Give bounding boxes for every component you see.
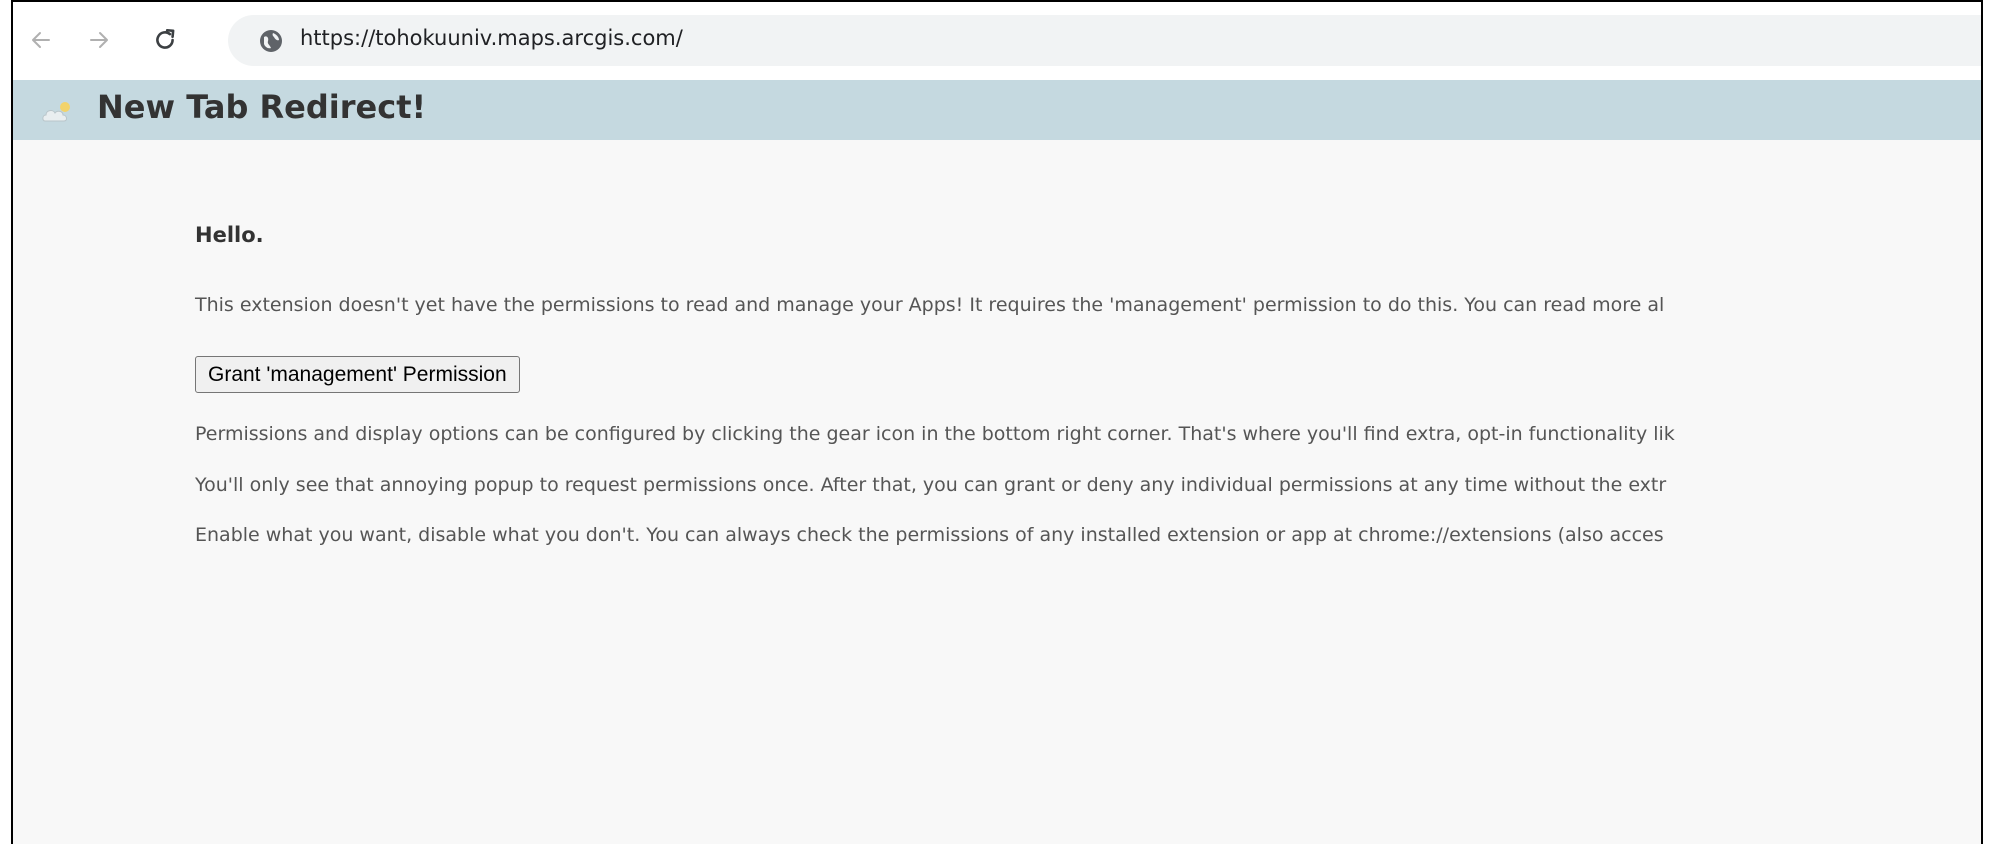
page-title: New Tab Redirect! xyxy=(97,88,427,126)
configure-text: Permissions and display options can be c… xyxy=(195,423,1675,445)
cloud-sun-icon xyxy=(42,102,70,122)
intro-text: This extension doesn't yet have the perm… xyxy=(195,294,1665,316)
arrow-left-icon xyxy=(32,32,50,48)
forward-button[interactable] xyxy=(79,20,119,60)
extension-header: New Tab Redirect! xyxy=(13,80,1981,140)
enable-text: Enable what you want, disable what you d… xyxy=(195,524,1664,546)
url-text[interactable]: https://tohokuuniv.maps.arcgis.com/ xyxy=(300,26,683,50)
browser-window: https://tohokuuniv.maps.arcgis.com/ New … xyxy=(11,0,1983,844)
reload-button[interactable] xyxy=(145,20,185,60)
grant-management-permission-button[interactable]: Grant 'management' Permission xyxy=(195,356,520,393)
reload-icon xyxy=(156,28,175,49)
browser-toolbar: https://tohokuuniv.maps.arcgis.com/ xyxy=(13,2,1981,80)
greeting-heading: Hello. xyxy=(195,223,264,247)
popup-text: You'll only see that annoying popup to r… xyxy=(195,474,1667,496)
back-button[interactable] xyxy=(21,20,61,60)
address-bar[interactable]: https://tohokuuniv.maps.arcgis.com/ xyxy=(228,15,1981,66)
arrow-right-icon xyxy=(90,32,108,48)
globe-icon[interactable] xyxy=(258,28,284,54)
